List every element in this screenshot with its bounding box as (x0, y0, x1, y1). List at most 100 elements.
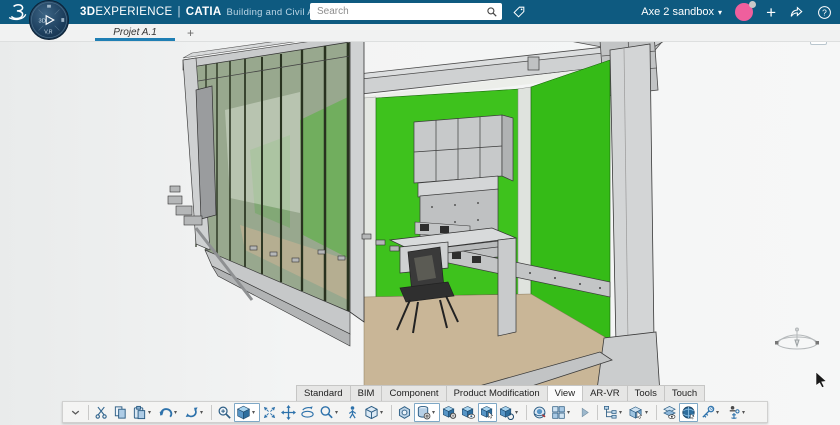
search-box[interactable] (310, 3, 502, 20)
visualization-button[interactable] (459, 403, 478, 422)
cube-pointer-icon (629, 405, 644, 420)
share-icon[interactable] (789, 5, 804, 19)
view-mode-dropdown-arrow[interactable]: ▾ (252, 409, 258, 416)
fit-all-icon (262, 405, 277, 420)
active-tab-indicator (95, 38, 175, 41)
iso-cube-icon (364, 405, 379, 420)
redo-icon (184, 405, 199, 420)
measure-tool-button[interactable]: ▾ (698, 403, 724, 422)
copy-button[interactable] (111, 403, 130, 422)
render-style-button[interactable] (395, 403, 414, 422)
dassault-logo (7, 2, 29, 22)
search-icon[interactable] (486, 6, 498, 18)
toolbar-separator (526, 405, 527, 420)
zoom-button[interactable]: ▾ (317, 403, 343, 422)
quad-view-icon (551, 405, 566, 420)
pointer-cube-dropdown-arrow[interactable]: ▾ (645, 409, 651, 416)
brand-3d: 3D (80, 6, 95, 18)
brand-divider: | (177, 6, 180, 18)
look-at-button[interactable] (343, 403, 362, 422)
iso-view-button[interactable]: ▾ (362, 403, 388, 422)
compass-west-label: 3D (39, 18, 46, 24)
manikin-dropdown-arrow[interactable]: ▾ (742, 409, 748, 416)
paste-button[interactable]: ▾ (130, 403, 156, 422)
compass-south-label: V,R (44, 29, 52, 35)
globe-icon (681, 405, 696, 420)
undo-button[interactable]: ▾ (156, 403, 182, 422)
brand-experience: EXPERIENCE (95, 6, 172, 18)
rendering-button[interactable] (530, 403, 549, 422)
chevron-down-icon (68, 405, 83, 420)
ribbon-tab-product-modification[interactable]: Product Modification (446, 385, 547, 402)
ribbon-tab-standard[interactable]: Standard (296, 385, 350, 402)
new-tab-button[interactable]: + (187, 25, 194, 41)
view-mode-button[interactable]: ▾ (234, 403, 260, 422)
toolbar-separator (211, 405, 212, 420)
hide-show-button[interactable] (440, 403, 459, 422)
undo-dropdown-arrow[interactable]: ▾ (174, 409, 180, 416)
look-at-icon (345, 405, 360, 420)
manikin-button[interactable]: ▾ (724, 403, 750, 422)
undo-icon (158, 405, 173, 420)
zoom-area-icon (217, 405, 232, 420)
multi-view-button[interactable]: ▾ (549, 403, 575, 422)
add-icon[interactable]: + (766, 4, 776, 21)
sectioning-dropdown-arrow[interactable]: ▾ (432, 409, 438, 416)
redo-button[interactable]: ▾ (182, 403, 208, 422)
cube-eye-icon (461, 405, 476, 420)
ribbon-tab-view[interactable]: View (547, 385, 582, 402)
3d-viewport[interactable] (0, 0, 840, 425)
avatar[interactable] (735, 3, 753, 21)
view-cube-icon (236, 405, 251, 420)
cylinder-gear-icon (416, 405, 431, 420)
multi-view-dropdown-arrow[interactable]: ▾ (567, 409, 573, 416)
action-toolbar: ▾ ▾ ▾ ▾ ▾ ▾ ▾ ▾ ▾ ▾ ▾ ▾ ▾ (62, 401, 768, 423)
ribbon-tab-ar-vr[interactable]: AR-VR (582, 385, 627, 402)
wall-cabinet (414, 115, 513, 197)
fit-all-in-button[interactable] (260, 403, 279, 422)
update-button[interactable]: ▾ (497, 403, 523, 422)
toolbar-separator (391, 405, 392, 420)
zoom-area-button[interactable] (215, 403, 234, 422)
rotate-button[interactable] (298, 403, 317, 422)
ribbon-tab-component[interactable]: Component (381, 385, 445, 402)
workspace-selector[interactable]: Axe 2 sandbox ▾ (641, 6, 722, 18)
search-input[interactable] (310, 6, 486, 17)
svg-text:?: ? (822, 7, 827, 17)
expand-toolbar-button[interactable] (66, 403, 85, 422)
key-tool-icon (700, 405, 715, 420)
play-icon (577, 405, 592, 420)
globe-button[interactable] (679, 403, 698, 422)
next-button[interactable] (575, 403, 594, 422)
zoom-dropdown-arrow[interactable]: ▾ (335, 409, 341, 416)
sectioning-button[interactable]: ▾ (414, 403, 440, 422)
paste-dropdown-arrow[interactable]: ▾ (148, 409, 154, 416)
layer-visibility-button[interactable] (660, 403, 679, 422)
cut-button[interactable] (92, 403, 111, 422)
pan-button[interactable] (279, 403, 298, 422)
chevron-down-icon: ▾ (718, 8, 722, 17)
redo-dropdown-arrow[interactable]: ▾ (200, 409, 206, 416)
top-bar: 3DEXPERIENCE | CATIA Building and Civil … (0, 0, 840, 24)
pointer-cube-button[interactable]: ▾ (627, 403, 653, 422)
tree-icon (603, 405, 618, 420)
copy-icon (113, 405, 128, 420)
iso-view-dropdown-arrow[interactable]: ▾ (380, 409, 386, 416)
ribbon-tab-tools[interactable]: Tools (627, 385, 664, 402)
ribbon-tab-touch[interactable]: Touch (664, 385, 705, 402)
toolbar-separator (597, 405, 598, 420)
tab-projet-a1[interactable]: Projet A.1 (95, 24, 175, 41)
cube-refresh-icon (499, 405, 514, 420)
help-icon[interactable]: ? (817, 5, 832, 20)
tag-icon[interactable] (510, 4, 528, 20)
update-dropdown-arrow[interactable]: ▾ (515, 409, 521, 416)
zoom-lens-icon (319, 405, 334, 420)
ribbon-tab-bim[interactable]: BIM (350, 385, 382, 402)
design-tree-dropdown-arrow[interactable]: ▾ (619, 409, 625, 416)
cube-cursor-icon (480, 405, 495, 420)
globe-swoosh-icon (532, 405, 547, 420)
design-tree-button[interactable]: ▾ (601, 403, 627, 422)
select-mode-button[interactable] (478, 403, 497, 422)
experience-compass[interactable]: 3D V,R (29, 0, 69, 40)
measure-tool-dropdown-arrow[interactable]: ▾ (716, 409, 722, 416)
